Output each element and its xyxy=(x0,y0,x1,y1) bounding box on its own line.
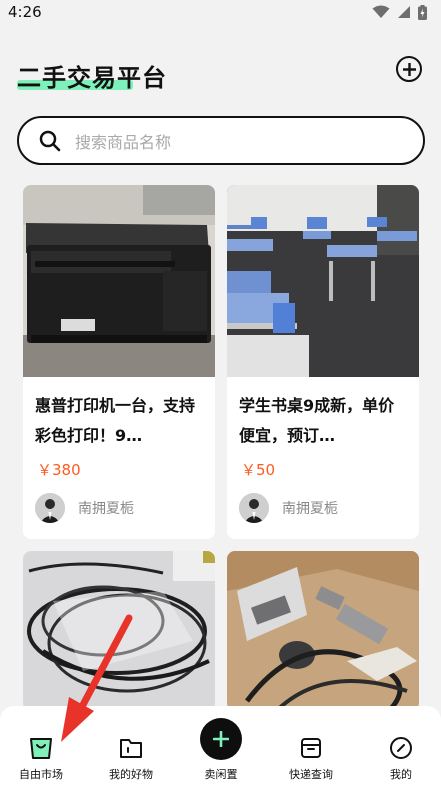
status-icons xyxy=(372,4,427,20)
header: 二手交易平台 xyxy=(0,52,441,96)
seller-info[interactable]: 南拥夏栀 xyxy=(227,485,419,523)
product-image[interactable] xyxy=(227,185,419,377)
plus-icon xyxy=(402,62,416,76)
tab-label: 我的 xyxy=(390,768,412,781)
add-button[interactable] xyxy=(396,56,422,82)
product-title: 学生书桌9成新，单价便宜，预订… xyxy=(239,396,395,445)
tab-express-query[interactable]: 快递查询 xyxy=(281,706,341,786)
product-title: 惠普打印机一台，支持彩色打印！9… xyxy=(35,396,196,445)
wifi-icon xyxy=(372,5,390,18)
battery-icon xyxy=(418,4,427,20)
search-icon xyxy=(39,130,61,151)
box-icon xyxy=(301,738,321,758)
profile-icon xyxy=(390,737,412,759)
signal-icon xyxy=(398,6,410,18)
folder-icon xyxy=(120,739,142,758)
product-card[interactable] xyxy=(23,551,215,711)
tab-label: 卖闲置 xyxy=(204,768,238,781)
seller-avatar[interactable] xyxy=(239,493,269,523)
status-time: 4:26 xyxy=(8,3,42,21)
title-wrap: 二手交易平台 xyxy=(17,58,167,93)
page-title: 二手交易平台 xyxy=(17,64,167,92)
product-card[interactable] xyxy=(227,551,419,711)
seller-name: 南拥夏栀 xyxy=(282,501,338,517)
bag-icon xyxy=(30,738,52,759)
product-price: ￥380 xyxy=(37,461,81,479)
tab-my-goods[interactable]: 我的好物 xyxy=(101,706,161,786)
tab-label: 自由市场 xyxy=(19,768,63,781)
tab-sell-idle[interactable]: 卖闲置 xyxy=(191,706,251,786)
tab-free-market[interactable]: 自由市场 xyxy=(11,706,71,786)
plus-icon xyxy=(213,731,229,747)
search-placeholder: 搜索商品名称 xyxy=(75,132,172,152)
search-input[interactable]: 搜索商品名称 xyxy=(17,116,425,165)
seller-info[interactable]: 南拥夏栀 xyxy=(23,485,215,523)
tab-label: 快递查询 xyxy=(289,768,333,781)
product-image[interactable] xyxy=(227,551,419,711)
tab-label: 我的好物 xyxy=(109,768,153,781)
bottom-tab-bar: 自由市场 我的好物 卖闲置 快递查询 我的 xyxy=(0,706,441,786)
sell-button-circle[interactable] xyxy=(200,718,242,760)
product-price: ￥50 xyxy=(241,461,276,479)
product-card[interactable]: 学生书桌9成新，单价便宜，预订… ￥50 南拥夏栀 xyxy=(227,185,419,539)
seller-name: 南拥夏栀 xyxy=(78,501,134,517)
product-card[interactable]: 惠普打印机一台，支持彩色打印！9… ￥380 南拥夏栀 xyxy=(23,185,215,539)
status-bar: 4:26 xyxy=(0,0,441,24)
product-image[interactable] xyxy=(23,185,215,377)
seller-avatar[interactable] xyxy=(35,493,65,523)
tab-mine[interactable]: 我的 xyxy=(371,706,431,786)
product-image[interactable] xyxy=(23,551,215,711)
